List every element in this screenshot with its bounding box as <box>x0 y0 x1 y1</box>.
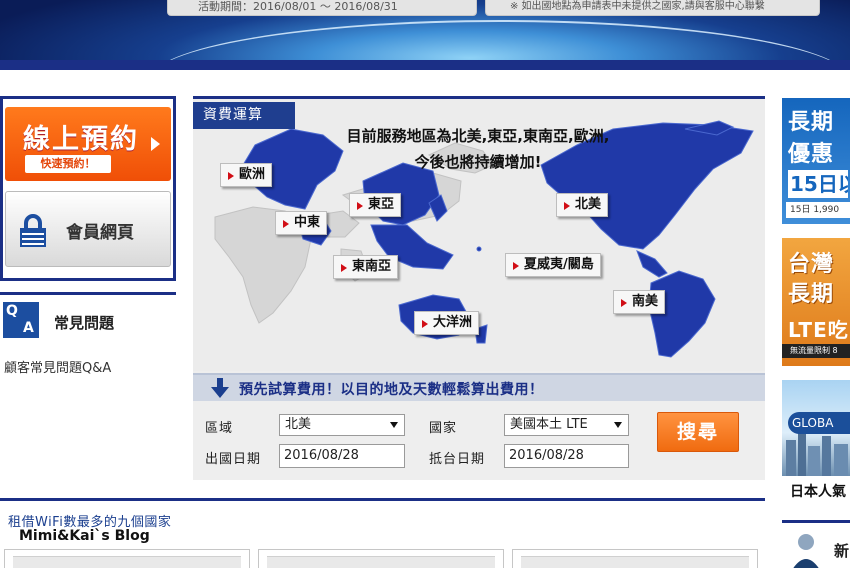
region-europe[interactable]: 歐洲 <box>220 163 273 187</box>
region-hawaii-guam[interactable]: 夏威夷/關島 <box>505 253 601 277</box>
chevron-down-icon <box>390 422 398 428</box>
country-label: 國家 <box>429 421 458 436</box>
calc-instruction-text: 預先試算費用！以目的地及天數輕鬆算出費用！ <box>239 382 544 398</box>
area-label: 區域 <box>205 421 234 436</box>
fee-calculator-panel: 資費運算 目前服務地區為北美,東亞,東南亞,歐洲, 今後也將持續增加! 歐洲 中… <box>193 96 765 480</box>
country-card[interactable] <box>512 549 758 568</box>
taiwan-long-term-ad[interactable]: 台灣 長期 LTE吃 無流量限制 8 <box>782 238 850 366</box>
top-banner: 活動期間：2016/08/01 ～ 2016/08/31 ※ 如出國地點為申請表… <box>0 0 850 70</box>
member-page-label: 會員網頁 <box>66 223 134 243</box>
member-page-button[interactable]: 會員網頁 <box>5 191 171 267</box>
service-area-headline: 目前服務地區為北美,東亞,東南亞,歐洲, 今後也將持續增加! <box>346 127 610 171</box>
region-southeast-asia[interactable]: 東南亞 <box>333 255 399 279</box>
area-select[interactable]: 北美 <box>279 414 405 436</box>
online-booking-button[interactable]: 線上預約 快速預約！ <box>5 107 171 181</box>
person-icon <box>793 534 819 568</box>
page: { "banner": { "period_text": "活動期間：2016/… <box>0 0 850 568</box>
arrow-down-icon <box>211 378 229 398</box>
region-east-asia[interactable]: 東亞 <box>349 193 402 217</box>
country-card[interactable] <box>4 549 250 568</box>
faq-link[interactable]: 顧客常見問題Q&A <box>4 357 111 376</box>
lock-icon <box>20 214 46 247</box>
japan-popular-caption[interactable]: 日本人氣 <box>782 480 850 504</box>
region-oceania[interactable]: 大洋洲 <box>414 311 480 335</box>
calc-instruction-bar: 預先試算費用！以目的地及天數輕鬆算出費用！ <box>193 373 765 401</box>
campaign-period: 活動期間：2016/08/01 ～ 2016/08/31 <box>167 0 477 16</box>
faq-divider <box>0 292 176 295</box>
quick-booking-label: 快速預約！ <box>25 155 111 173</box>
tab-fee-calculation[interactable]: 資費運算 <box>193 102 295 129</box>
chevron-down-icon <box>614 422 622 428</box>
service-area-map: 資費運算 目前服務地區為北美,東亞,東南亞,歐洲, 今後也將持續增加! 歐洲 中… <box>193 99 765 371</box>
departure-date-input[interactable]: 2016/08/28 <box>279 444 405 468</box>
panel-top-border <box>193 96 765 99</box>
banner-strip <box>0 60 850 70</box>
blog-watermark: Mimi&Kai`s Blog <box>19 528 150 544</box>
arrow-right-icon <box>151 137 160 151</box>
country-card[interactable] <box>258 549 504 568</box>
country-notice: ※ 如出國地點為申請表中未提供之國家,請與客服中心聯繫 <box>485 0 820 16</box>
qa-icon: Q A <box>3 302 39 338</box>
region-north-america[interactable]: 北美 <box>556 193 609 217</box>
search-button[interactable]: 搜尋 <box>657 412 739 452</box>
return-date-label: 抵台日期 <box>429 452 486 467</box>
booking-label: 線上預約 <box>23 124 139 155</box>
sidebar-buttons: 線上預約 快速預約！ 會員網頁 <box>0 96 176 281</box>
right-divider <box>782 520 850 523</box>
country-select[interactable]: 美國本土 LTE <box>504 414 629 436</box>
bottom-divider <box>0 498 765 501</box>
faq-title: 常見問題 <box>54 314 115 332</box>
region-middle-east[interactable]: 中東 <box>275 211 328 235</box>
region-south-america[interactable]: 南美 <box>613 290 666 314</box>
long-term-discount-ad[interactable]: 長期 優惠 15日以 15日 1,990 <box>782 98 850 224</box>
global-japan-ad[interactable]: GLOBA <box>782 380 850 476</box>
return-date-input[interactable]: 2016/08/28 <box>504 444 629 468</box>
departure-date-label: 出國日期 <box>205 452 262 467</box>
news-item[interactable]: 新 <box>790 530 850 568</box>
